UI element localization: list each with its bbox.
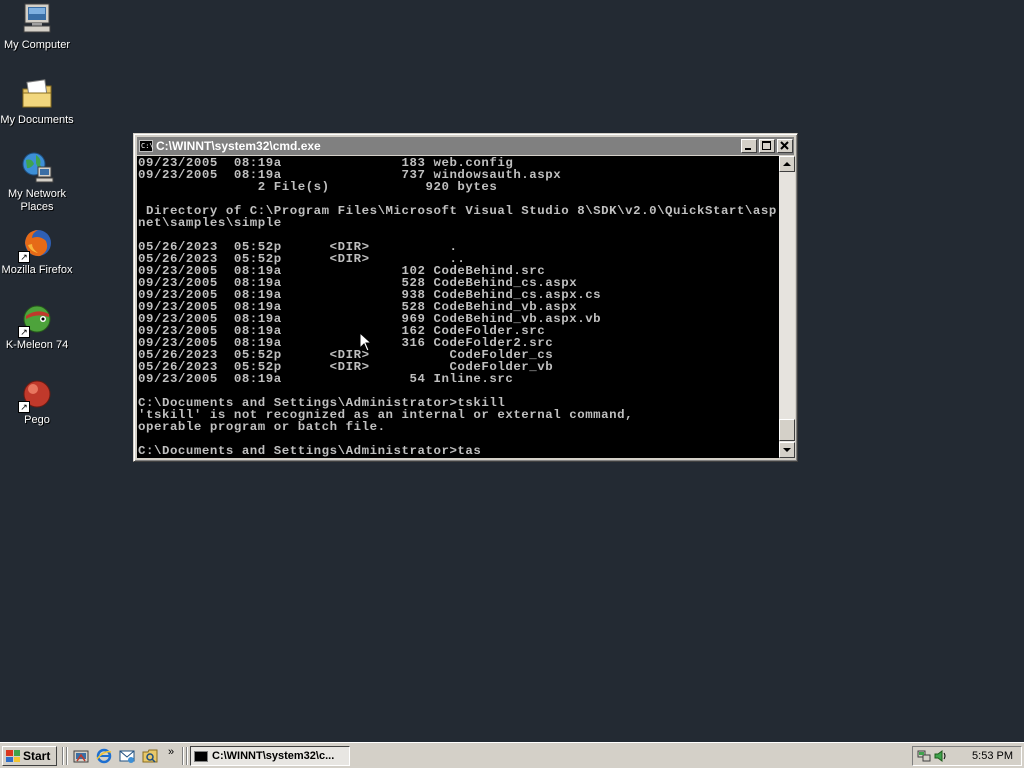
network-places-icon [20, 151, 54, 185]
shortcut-arrow-icon: ↗ [18, 251, 30, 263]
cmd-window[interactable]: C:\ C:\WINNT\system32\cmd.exe 09/23/2005… [133, 133, 798, 462]
show-desktop-icon[interactable] [73, 748, 89, 764]
scrollbar-thumb[interactable] [779, 419, 795, 441]
desktop-icon-label: My Computer [3, 39, 71, 51]
windows-logo-icon [6, 750, 20, 762]
desktop-icon-label: K-Meleon 74 [5, 339, 69, 351]
minimize-icon [745, 148, 751, 150]
desktop-icon-my-computer[interactable]: My Computer [0, 2, 74, 52]
window-title: C:\WINNT\system32\cmd.exe [156, 139, 321, 153]
network-connection-icon[interactable] [917, 749, 931, 763]
taskbar-separator [62, 747, 64, 765]
maximize-button[interactable] [759, 139, 775, 153]
maximize-icon [762, 141, 771, 150]
taskbar: Start » C:\WINNT\system32\c... 5:53 PM [0, 742, 1024, 768]
start-label: Start [23, 749, 51, 763]
pego-icon: ↗ [18, 377, 54, 413]
minimize-button[interactable] [741, 139, 757, 153]
taskbar-button-cmd[interactable]: C:\WINNT\system32\c... [190, 746, 350, 766]
desktop-icon-label: Mozilla Firefox [1, 264, 73, 276]
arrow-up-icon [783, 162, 791, 166]
arrow-down-icon [783, 448, 791, 452]
system-tray: 5:53 PM [912, 746, 1022, 766]
console-output[interactable]: 09/23/2005 08:19a 183 web.config 09/23/2… [137, 156, 779, 458]
scroll-down-button[interactable] [779, 442, 795, 458]
internet-explorer-icon[interactable] [96, 748, 112, 764]
quick-launch-more-button[interactable]: » [168, 746, 174, 758]
desktop-icon-my-network-places[interactable]: My Network Places [0, 151, 74, 214]
desktop-icon-label: My Documents [0, 114, 74, 126]
taskbar-separator [182, 747, 184, 765]
shortcut-arrow-icon: ↗ [18, 401, 30, 413]
window-titlebar[interactable]: C:\ C:\WINNT\system32\cmd.exe [137, 137, 794, 155]
taskbar-button-label: C:\WINNT\system32\c... [212, 750, 335, 762]
computer-icon [20, 2, 54, 36]
cmd-app-icon [194, 750, 208, 762]
desktop-icon-pego[interactable]: ↗ Pego [0, 377, 74, 427]
close-icon [780, 141, 789, 150]
taskbar-separator [66, 747, 68, 765]
desktop-icon-mozilla-firefox[interactable]: ↗ Mozilla Firefox [0, 227, 74, 277]
windows-explorer-icon[interactable] [142, 748, 158, 764]
scroll-up-button[interactable] [779, 156, 795, 172]
close-button[interactable] [777, 139, 793, 153]
cmd-app-icon[interactable]: C:\ [139, 140, 154, 152]
documents-folder-icon [20, 77, 54, 111]
kmeleon-icon: ↗ [18, 302, 54, 338]
firefox-icon: ↗ [18, 227, 54, 263]
volume-icon[interactable] [933, 749, 947, 763]
desktop-icon-label-line2: Places [20, 201, 54, 213]
desktop-icon-k-meleon[interactable]: ↗ K-Meleon 74 [0, 302, 74, 352]
clock[interactable]: 5:53 PM [972, 747, 1013, 765]
desktop-icon-label: Pego [24, 414, 50, 426]
vertical-scrollbar[interactable] [779, 156, 795, 458]
desktop-icon-label: My Network [7, 188, 67, 200]
mouse-pointer-icon [359, 332, 371, 352]
taskbar-separator [186, 747, 188, 765]
shortcut-arrow-icon: ↗ [18, 326, 30, 338]
start-button[interactable]: Start [2, 746, 57, 766]
desktop-icon-my-documents[interactable]: My Documents [0, 77, 74, 127]
outlook-express-icon[interactable] [119, 748, 135, 764]
console-text: 09/23/2005 08:19a 183 web.config 09/23/2… [138, 156, 777, 458]
